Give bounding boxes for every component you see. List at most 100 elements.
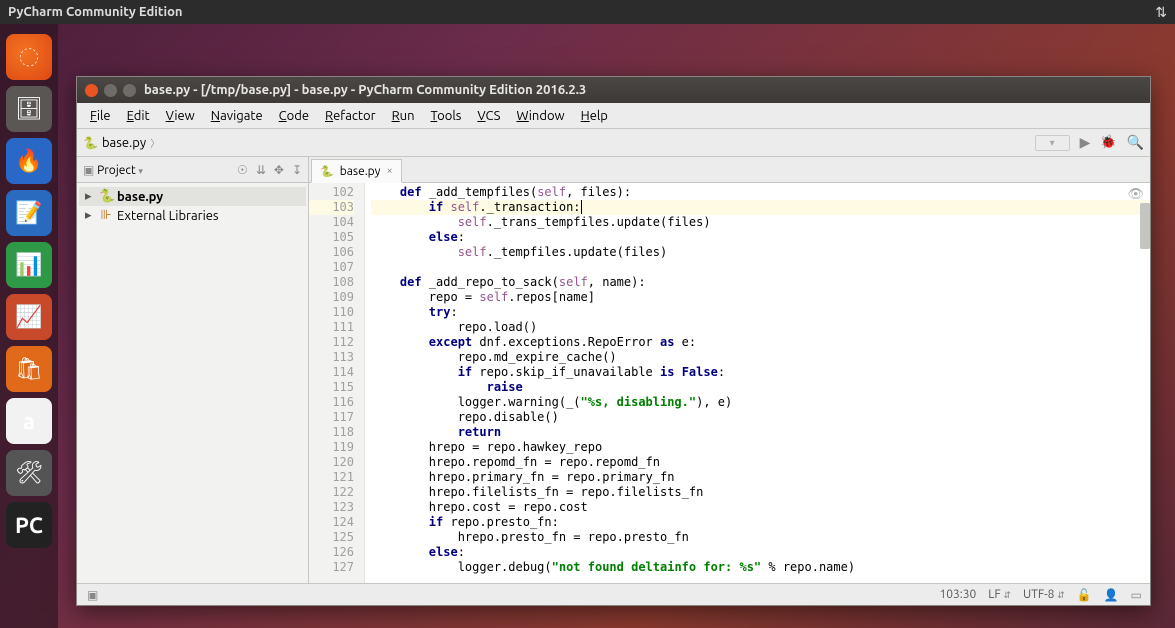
gutter-line[interactable]: 104 bbox=[309, 215, 354, 230]
gutter-line[interactable]: 119 bbox=[309, 440, 354, 455]
external-libraries-node[interactable]: ▸ ⊪ External Libraries bbox=[79, 206, 306, 225]
code-line[interactable] bbox=[371, 260, 1150, 275]
window-close-button[interactable] bbox=[85, 84, 98, 97]
menu-window[interactable]: Window bbox=[509, 106, 571, 126]
code-line[interactable]: logger.debug("not found deltainfo for: %… bbox=[371, 560, 1150, 575]
gutter-line[interactable]: 125 bbox=[309, 530, 354, 545]
menu-navigate[interactable]: Navigate bbox=[204, 106, 270, 126]
menu-edit[interactable]: Edit bbox=[120, 106, 157, 126]
code-line[interactable]: repo.disable() bbox=[371, 410, 1150, 425]
gutter-line[interactable]: 108 bbox=[309, 275, 354, 290]
code-line[interactable]: hrepo.filelists_fn = repo.filelists_fn bbox=[371, 485, 1150, 500]
code-line[interactable]: else: bbox=[371, 545, 1150, 560]
code-editor[interactable]: 1021031041051061071081091101111121131141… bbox=[309, 183, 1150, 583]
menu-help[interactable]: Help bbox=[574, 106, 615, 126]
code-line[interactable]: repo.load() bbox=[371, 320, 1150, 335]
gutter-line[interactable]: 107 bbox=[309, 260, 354, 275]
code-line[interactable]: if repo.skip_if_unavailable is False: bbox=[371, 365, 1150, 380]
code-line[interactable]: hrepo.repomd_fn = repo.repomd_fn bbox=[371, 455, 1150, 470]
gutter-line[interactable]: 122 bbox=[309, 485, 354, 500]
code-line[interactable]: return bbox=[371, 425, 1150, 440]
menu-code[interactable]: Code bbox=[272, 106, 316, 126]
gutter-line[interactable]: 126 bbox=[309, 545, 354, 560]
breadcrumb[interactable]: 🐍 base.py 〉 bbox=[83, 135, 160, 150]
gutter-line[interactable]: 102 bbox=[309, 185, 354, 200]
gutter-line[interactable]: 109 bbox=[309, 290, 354, 305]
launcher-files[interactable]: 🗄 bbox=[6, 86, 52, 132]
settings-icon[interactable]: ✥ bbox=[274, 163, 284, 177]
gutter-line[interactable]: 127 bbox=[309, 560, 354, 575]
debug-button[interactable]: 🐞 bbox=[1100, 135, 1116, 150]
project-tree[interactable]: ▸ 🐍 base.py ▸ ⊪ External Libraries bbox=[77, 183, 308, 583]
run-config-dropdown[interactable]: ▾ bbox=[1035, 135, 1070, 151]
code-line[interactable]: hrepo.cost = repo.cost bbox=[371, 500, 1150, 515]
code-line[interactable]: if self._transaction: bbox=[371, 200, 1150, 215]
top-panel-indicators[interactable]: ⇅ bbox=[1155, 4, 1167, 21]
menu-refactor[interactable]: Refactor bbox=[318, 106, 383, 126]
tree-expand-icon[interactable]: ▸ bbox=[85, 208, 95, 223]
editor-tab[interactable]: 🐍 base.py × bbox=[311, 159, 402, 183]
launcher-amazon[interactable]: a bbox=[6, 398, 52, 444]
code-line[interactable]: else: bbox=[371, 230, 1150, 245]
window-maximize-button[interactable] bbox=[123, 84, 136, 97]
menu-run[interactable]: Run bbox=[385, 106, 422, 126]
gutter-line[interactable]: 124 bbox=[309, 515, 354, 530]
gutter-line[interactable]: 117 bbox=[309, 410, 354, 425]
gutter-line[interactable]: 112 bbox=[309, 335, 354, 350]
code-line[interactable]: try: bbox=[371, 305, 1150, 320]
caret-position[interactable]: 103:30 bbox=[939, 588, 976, 601]
code-line[interactable]: hrepo = repo.hawkey_repo bbox=[371, 440, 1150, 455]
code-line[interactable]: raise bbox=[371, 380, 1150, 395]
code-line[interactable]: except dnf.exceptions.RepoError as e: bbox=[371, 335, 1150, 350]
code-line[interactable]: repo = self.repos[name] bbox=[371, 290, 1150, 305]
toolwindow-toggle-icon[interactable]: ▣ bbox=[87, 588, 98, 602]
gutter-line[interactable]: 115 bbox=[309, 380, 354, 395]
project-root-node[interactable]: ▸ 🐍 base.py bbox=[79, 187, 306, 206]
gutter-line[interactable]: 121 bbox=[309, 470, 354, 485]
gutter-line[interactable]: 103 bbox=[309, 200, 354, 215]
gutter-line[interactable]: 106 bbox=[309, 245, 354, 260]
menu-file[interactable]: File bbox=[83, 106, 118, 126]
code-line[interactable]: self._tempfiles.update(files) bbox=[371, 245, 1150, 260]
launcher-pycharm[interactable]: PC bbox=[6, 502, 52, 548]
gutter-line[interactable]: 118 bbox=[309, 425, 354, 440]
project-tool-title[interactable]: ▣ Project ▾ bbox=[83, 163, 143, 177]
hector-icon[interactable]: 👤 bbox=[1104, 588, 1119, 602]
collapse-all-icon[interactable]: ⇊ bbox=[256, 163, 266, 177]
code-line[interactable]: self._trans_tempfiles.update(files) bbox=[371, 215, 1150, 230]
gutter-line[interactable]: 105 bbox=[309, 230, 354, 245]
line-separator[interactable]: LF ⇵ bbox=[988, 588, 1011, 601]
window-titlebar[interactable]: base.py - [/tmp/base.py] - base.py - PyC… bbox=[77, 77, 1150, 103]
gutter-line[interactable]: 116 bbox=[309, 395, 354, 410]
tree-expand-icon[interactable]: ▸ bbox=[85, 189, 95, 204]
gutter-line[interactable]: 110 bbox=[309, 305, 354, 320]
readonly-lock-icon[interactable]: 🔓 bbox=[1077, 588, 1092, 602]
window-minimize-button[interactable] bbox=[104, 84, 117, 97]
code-line[interactable]: def _add_repo_to_sack(self, name): bbox=[371, 275, 1150, 290]
code-line[interactable]: logger.warning(_("%s, disabling."), e) bbox=[371, 395, 1150, 410]
launcher-impress[interactable]: 📈 bbox=[6, 294, 52, 340]
launcher-firefox[interactable]: 🔥 bbox=[6, 138, 52, 184]
hide-icon[interactable]: ↧ bbox=[292, 163, 302, 177]
gutter-line[interactable]: 120 bbox=[309, 455, 354, 470]
launcher-ubuntu[interactable]: ◌ bbox=[6, 34, 52, 80]
run-button[interactable]: ▶ bbox=[1080, 134, 1091, 151]
code-line[interactable]: repo.md_expire_cache() bbox=[371, 350, 1150, 365]
code-line[interactable]: hrepo.presto_fn = repo.presto_fn bbox=[371, 530, 1150, 545]
code-line[interactable]: def _add_tempfiles(self, files): bbox=[371, 185, 1150, 200]
memory-indicator-icon[interactable]: ▭ bbox=[1131, 588, 1142, 602]
gutter-line[interactable]: 123 bbox=[309, 500, 354, 515]
gutter-line[interactable]: 114 bbox=[309, 365, 354, 380]
launcher-settings[interactable]: 🛠 bbox=[6, 450, 52, 496]
file-encoding[interactable]: UTF-8 ⇵ bbox=[1023, 588, 1065, 601]
launcher-writer[interactable]: 📝 bbox=[6, 190, 52, 236]
tab-close-icon[interactable]: × bbox=[386, 165, 392, 177]
inspections-eye-icon[interactable]: 👁 bbox=[1127, 187, 1144, 202]
gutter-line[interactable]: 111 bbox=[309, 320, 354, 335]
code-line[interactable]: if repo.presto_fn: bbox=[371, 515, 1150, 530]
launcher-software[interactable]: 🛍 bbox=[6, 346, 52, 392]
menu-view[interactable]: View bbox=[159, 106, 202, 126]
launcher-calc[interactable]: 📊 bbox=[6, 242, 52, 288]
vertical-scrollbar-thumb[interactable] bbox=[1140, 203, 1150, 249]
editor-gutter[interactable]: 1021031041051061071081091101111121131141… bbox=[309, 183, 365, 583]
